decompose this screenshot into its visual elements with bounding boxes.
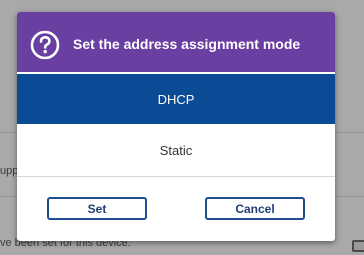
option-dhcp[interactable]: DHCP bbox=[17, 74, 335, 124]
option-label: DHCP bbox=[157, 91, 195, 107]
set-button[interactable]: Set bbox=[47, 197, 147, 220]
dialog-title: Set the address assignment mode bbox=[73, 36, 301, 52]
cancel-button-label: Cancel bbox=[235, 201, 275, 216]
set-button-label: Set bbox=[87, 201, 107, 216]
address-mode-dialog: Set the address assignment mode DHCP Sta… bbox=[17, 12, 335, 241]
options-divider bbox=[17, 176, 335, 177]
cancel-button[interactable]: Cancel bbox=[205, 197, 305, 220]
option-static[interactable]: Static bbox=[17, 124, 335, 176]
dialog-header: Set the address assignment mode bbox=[17, 12, 335, 72]
help-question-icon bbox=[30, 30, 60, 60]
background-text: upp bbox=[0, 165, 19, 177]
option-label: Static bbox=[159, 142, 193, 158]
background-checkbox bbox=[352, 240, 364, 252]
